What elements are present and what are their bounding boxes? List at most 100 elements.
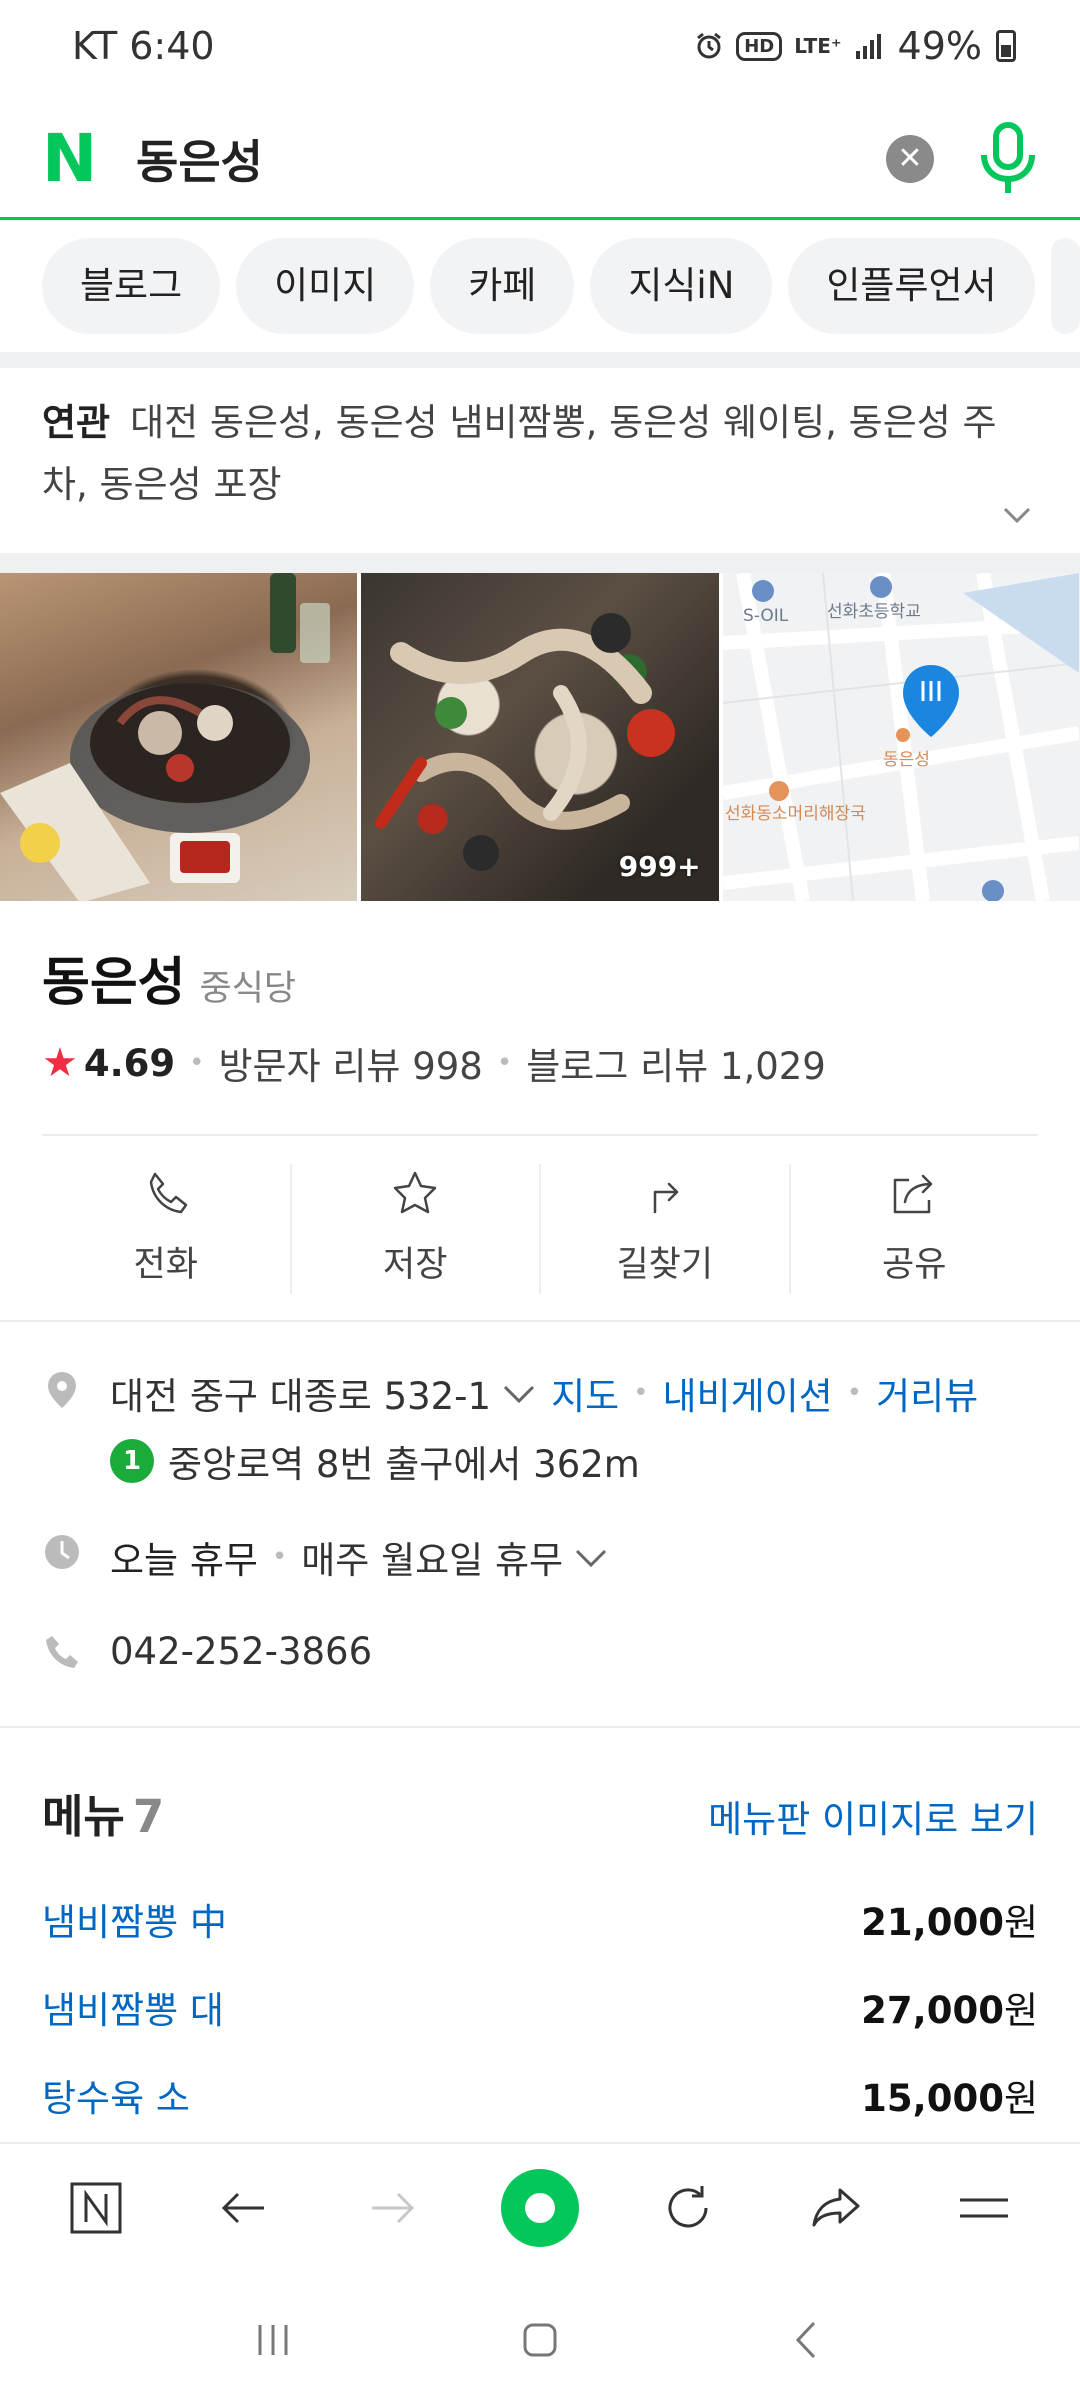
green-dot-button[interactable] — [500, 2168, 580, 2248]
divider — [42, 1134, 1038, 1136]
share-icon — [894, 1174, 933, 1214]
menu-item-unit: 원 — [1003, 1901, 1038, 1944]
arrow-left-icon — [221, 2192, 264, 2224]
hours-status: 오늘 휴무 — [110, 1539, 258, 1582]
menu-title: 메뉴 — [42, 1790, 125, 1843]
tab-kin[interactable]: 지식iN — [590, 238, 773, 334]
search-input[interactable]: 동은성 — [136, 126, 886, 192]
menu-item-unit: 원 — [1003, 1989, 1038, 2032]
naver-home-button[interactable] — [56, 2168, 136, 2248]
photo-strip: 999+ S-OIL 선화초등학교 동은성 선화동소머리해장국 — [0, 573, 1080, 901]
map-label-place: 동은성 — [883, 750, 930, 770]
forward-button[interactable] — [352, 2168, 432, 2248]
directions-label: 길찾기 — [616, 1245, 714, 1285]
map-link[interactable]: 지도 — [551, 1366, 619, 1420]
subway-row: 1 중앙로역 8번 출구에서 362m — [42, 1434, 1038, 1488]
menu-count: 7 — [132, 1790, 165, 1843]
menu-item-name[interactable]: 냄비짬뽕 대 — [42, 1980, 224, 2034]
menu-item[interactable]: 냄비짬뽕 대 27,000원 — [42, 1980, 1038, 2034]
naver-logo[interactable]: N — [42, 125, 104, 191]
hours-row[interactable]: 오늘 휴무 • 매주 월요일 휴무 — [42, 1530, 1038, 1584]
place-header: 동은성 중식당 — [42, 940, 296, 1015]
menu-item-name[interactable]: 탕수육 소 — [42, 2068, 190, 2122]
map-thumbnail[interactable]: S-OIL 선화초등학교 동은성 선화동소머리해장국 — [722, 573, 1080, 901]
clock-icon — [45, 1535, 79, 1569]
menu-item-price: 15,000 — [861, 2077, 1004, 2120]
hours-detail: 매주 월요일 휴무 — [301, 1539, 564, 1582]
menu-item-price: 27,000 — [861, 1989, 1004, 2032]
visitor-reviews-link[interactable]: 방문자 리뷰 998 — [219, 1036, 483, 1090]
share-label: 공유 — [882, 1245, 947, 1285]
directions-icon — [653, 1182, 678, 1214]
rating-row: ★ 4.69 • 방문자 리뷰 998 • 블로그 리뷰 1,029 — [42, 1036, 826, 1090]
home-icon[interactable] — [515, 2315, 565, 2365]
green-dot-icon — [501, 2169, 579, 2247]
map-label-school: 선화초등학교 — [827, 602, 921, 622]
divider — [0, 553, 1080, 573]
status-bar: KT 6:40 HD LTE⁺ 49% — [0, 0, 1080, 92]
microphone-icon[interactable] — [978, 121, 1038, 197]
recent-apps-icon[interactable] — [248, 2315, 298, 2365]
divider — [0, 1320, 1080, 1322]
address-row: 대전 중구 대종로 532-1 지도 • 내비게이션 • 거리뷰 — [42, 1366, 1038, 1420]
related-text[interactable]: 대전 동은성, 동은성 냄비짬뽕, 동은성 웨이팅, 동은성 주차, 동은성 포… — [42, 401, 997, 506]
refresh-icon — [668, 2186, 708, 2228]
star-icon: ★ — [42, 1040, 78, 1086]
menu-item[interactable]: 냄비짬뽕 中 21,000원 — [42, 1892, 1038, 1946]
battery-percent: 49% — [897, 24, 982, 68]
phone-icon — [46, 1636, 78, 1668]
photo-count-badge: 999+ — [618, 850, 701, 883]
back-button[interactable] — [204, 2168, 284, 2248]
food-photo[interactable]: 999+ — [361, 573, 719, 901]
share-button[interactable]: 공유 — [791, 1164, 1039, 1294]
tab-more[interactable] — [1050, 238, 1080, 334]
hamburger-icon — [960, 2198, 1008, 2218]
location-pin-icon — [48, 1372, 76, 1408]
call-button[interactable]: 전화 — [42, 1164, 292, 1294]
menu-item-unit: 원 — [1003, 2077, 1038, 2120]
menu-image-link[interactable]: 메뉴판 이미지로 보기 — [708, 1789, 1038, 1843]
call-label: 전화 — [133, 1245, 198, 1285]
menu-item-price: 21,000 — [861, 1901, 1004, 1944]
chevron-down-icon[interactable] — [573, 1539, 609, 1575]
tab-blog[interactable]: 블로그 — [42, 238, 221, 334]
phone-number[interactable]: 042-252-3866 — [110, 1630, 372, 1673]
save-label: 저장 — [383, 1245, 448, 1285]
map-label-restaurant: 선화동소머리해장국 — [725, 804, 866, 824]
tab-influencer[interactable]: 인플루언서 — [788, 238, 1035, 334]
phone-icon — [149, 1172, 187, 1214]
save-button[interactable]: 저장 — [292, 1164, 541, 1294]
menu-button[interactable] — [944, 2168, 1024, 2248]
address-text[interactable]: 대전 중구 대종로 532-1 — [110, 1366, 491, 1420]
place-name[interactable]: 동은성 — [42, 940, 186, 1015]
naver-home-icon — [70, 2182, 122, 2234]
menu-item[interactable]: 탕수육 소 15,000원 — [42, 2068, 1038, 2122]
chevron-down-icon[interactable] — [1002, 500, 1032, 530]
search-bar: N 동은성 ✕ — [0, 100, 1080, 220]
map-label-gas: S-OIL — [743, 606, 789, 626]
alarm-icon — [697, 32, 722, 59]
share-page-button[interactable] — [796, 2168, 876, 2248]
related-label: 연관 — [42, 401, 111, 444]
street-view-link[interactable]: 거리뷰 — [876, 1366, 978, 1420]
back-nav-icon[interactable] — [782, 2315, 832, 2365]
subway-text: 중앙로역 8번 출구에서 362m — [168, 1443, 640, 1486]
tab-cafe[interactable]: 카페 — [430, 238, 575, 334]
menu-item-name[interactable]: 냄비짬뽕 中 — [42, 1892, 227, 1946]
chevron-down-icon[interactable] — [501, 1375, 537, 1411]
blog-reviews-link[interactable]: 블로그 리뷰 1,029 — [526, 1036, 826, 1090]
divider — [0, 352, 1080, 368]
tab-image[interactable]: 이미지 — [236, 238, 415, 334]
share-arrow-icon — [812, 2188, 860, 2227]
carrier-time: KT 6:40 — [72, 24, 215, 68]
related-searches[interactable]: 연관 대전 동은성, 동은성 냄비짬뽕, 동은성 웨이팅, 동은성 주차, 동은성… — [42, 370, 1032, 550]
signal-icon — [855, 34, 881, 59]
arrow-right-icon — [372, 2192, 415, 2224]
search-tabs: 블로그 이미지 카페 지식iN 인플루언서 — [42, 238, 1080, 334]
food-photo[interactable] — [0, 573, 358, 901]
phone-row[interactable]: 042-252-3866 — [42, 1630, 1038, 1673]
navigation-link[interactable]: 내비게이션 — [663, 1366, 833, 1420]
clear-icon[interactable]: ✕ — [886, 134, 934, 183]
refresh-button[interactable] — [648, 2168, 728, 2248]
directions-button[interactable]: 길찾기 — [541, 1164, 791, 1294]
